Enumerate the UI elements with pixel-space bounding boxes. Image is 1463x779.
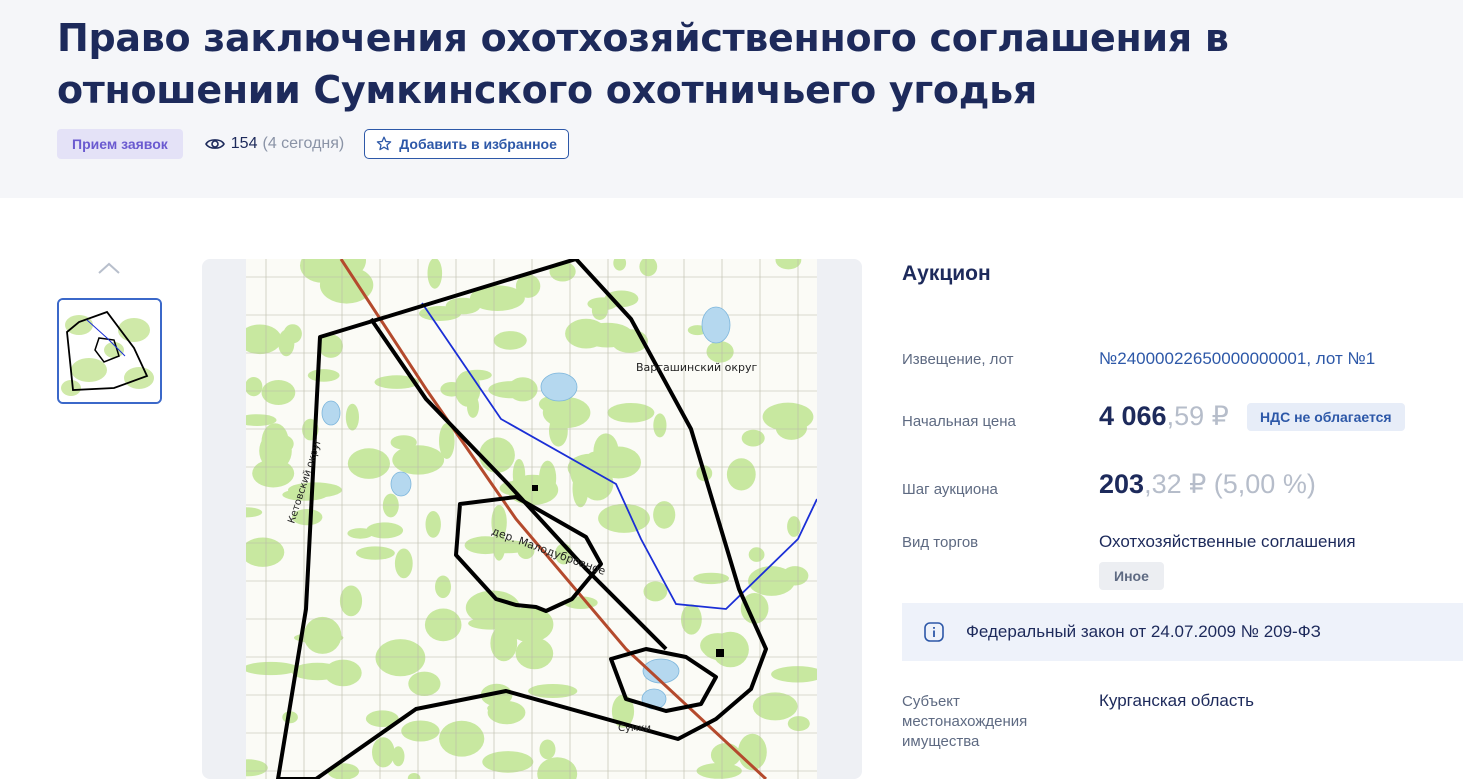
map-label-district: Варгашинский округ bbox=[636, 361, 758, 374]
add-to-favorites-button[interactable]: Добавить в избранное bbox=[364, 129, 569, 159]
vat-badge: НДС не облагается bbox=[1247, 403, 1405, 431]
procedure-type: Аукцион bbox=[902, 262, 991, 285]
map-label-town: Сумки bbox=[618, 723, 651, 734]
map-image[interactable]: Варгашинский округ дер. Малодубровное Ке… bbox=[228, 259, 825, 779]
auction-step-label: Шаг аукциона bbox=[902, 481, 998, 498]
lot-meta-row: Прием заявок 154 (4 сегодня) Добавить в … bbox=[57, 128, 569, 160]
views-today: (4 сегодня) bbox=[262, 135, 345, 152]
trade-category-badge: Иное bbox=[1099, 562, 1164, 590]
star-icon bbox=[377, 136, 392, 151]
law-text: Федеральный закон от 24.07.2009 № 209-ФЗ bbox=[966, 622, 1321, 641]
trade-type-label: Вид торгов bbox=[902, 534, 979, 551]
views-count: 154 bbox=[230, 135, 258, 152]
start-price: 4 066,59 ₽ bbox=[1099, 401, 1229, 432]
hunting-ground-map: Варгашинский округ дер. Малодубровное Ке… bbox=[228, 259, 825, 779]
law-info-box: Федеральный закон от 24.07.2009 № 209-ФЗ bbox=[902, 603, 1463, 661]
start-price-cents: ,59 ₽ bbox=[1166, 401, 1229, 431]
start-price-main: 4 066 bbox=[1099, 401, 1167, 431]
map-thumbnail-image bbox=[59, 300, 160, 402]
favorites-label: Добавить в избранное bbox=[399, 136, 557, 152]
lot-info-panel: Аукцион Извещение, лот №2400002265000000… bbox=[902, 0, 1463, 765]
chevron-up-icon[interactable] bbox=[97, 260, 121, 276]
image-gallery: Варгашинский округ дер. Малодубровное Ке… bbox=[202, 259, 862, 779]
notice-label: Извещение, лот bbox=[902, 351, 1014, 368]
auction-step-main: 203 bbox=[1099, 469, 1145, 499]
notice-link[interactable]: №24000022650000000001, лот №1 bbox=[1099, 349, 1375, 369]
auction-step: 203,32 ₽ (5,00 %) bbox=[1099, 469, 1316, 500]
info-icon bbox=[924, 622, 944, 642]
trade-type-value: Охотхозяйственные соглашения bbox=[1099, 532, 1356, 551]
status-badge: Прием заявок bbox=[57, 129, 183, 159]
subject-label: Субъект местонахождения имущества bbox=[902, 693, 1028, 750]
views-counter: 154 (4 сегодня) bbox=[204, 135, 345, 153]
subject-value: Курганская область bbox=[1099, 691, 1254, 710]
start-price-label: Начальная цена bbox=[902, 413, 1016, 430]
auction-step-cents: ,32 ₽ (5,00 %) bbox=[1144, 469, 1316, 499]
eye-icon bbox=[204, 139, 225, 149]
gallery-thumbnail[interactable] bbox=[57, 298, 162, 404]
